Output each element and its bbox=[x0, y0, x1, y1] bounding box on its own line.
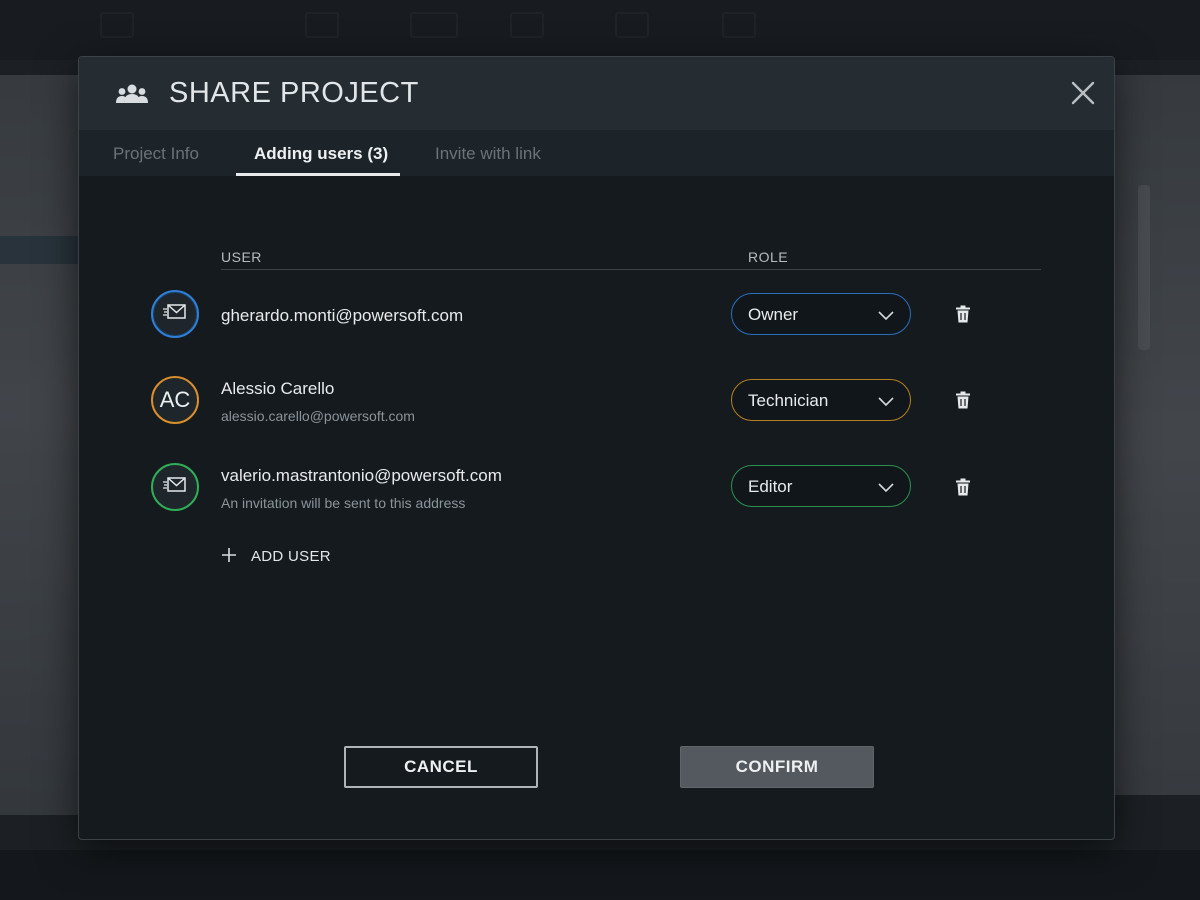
users-icon bbox=[115, 83, 149, 110]
active-tab-indicator bbox=[236, 173, 400, 176]
user-name: Alessio Carello bbox=[221, 379, 335, 398]
column-header-user: USER bbox=[221, 249, 262, 265]
avatar-initials: AC bbox=[159, 387, 191, 412]
tab-project-info[interactable]: Project Info bbox=[113, 144, 199, 164]
avatar bbox=[151, 463, 199, 511]
chevron-down-icon bbox=[878, 394, 894, 412]
tab-invite-with-link[interactable]: Invite with link bbox=[435, 144, 541, 164]
header-divider bbox=[221, 269, 1041, 270]
trash-icon[interactable] bbox=[955, 391, 971, 409]
dialog-title: SHARE PROJECT bbox=[169, 77, 419, 109]
tab-bar: Project Info Adding users (3) Invite wit… bbox=[79, 130, 1114, 176]
user-email: gherardo.monti@powersoft.com bbox=[221, 306, 464, 325]
tab-adding-users[interactable]: Adding users (3) bbox=[254, 144, 388, 164]
envelope-icon bbox=[163, 476, 187, 498]
role-value: Editor bbox=[748, 477, 793, 496]
invitation-note: An invitation will be sent to this addre… bbox=[221, 495, 466, 511]
role-value: Technician bbox=[748, 391, 829, 410]
role-value: Owner bbox=[748, 305, 799, 324]
trash-icon[interactable] bbox=[955, 478, 971, 496]
user-email: valerio.mastrantonio@powersoft.com bbox=[221, 466, 502, 485]
share-project-dialog: SHARE PROJECT Project Info Adding users … bbox=[78, 56, 1115, 840]
chevron-down-icon bbox=[878, 480, 894, 498]
role-select[interactable]: Editor bbox=[731, 465, 911, 507]
plus-icon bbox=[221, 547, 237, 568]
envelope-icon bbox=[163, 303, 187, 325]
avatar: AC bbox=[151, 376, 199, 424]
user-email: alessio.carello@powersoft.com bbox=[221, 408, 415, 424]
add-user-label: ADD USER bbox=[251, 548, 331, 565]
trash-icon[interactable] bbox=[955, 305, 971, 323]
confirm-button[interactable]: CONFIRM bbox=[680, 746, 874, 788]
column-header-role: ROLE bbox=[748, 249, 789, 265]
role-select[interactable]: Owner bbox=[731, 293, 911, 335]
cancel-button[interactable]: CANCEL bbox=[344, 746, 538, 788]
role-select[interactable]: Technician bbox=[731, 379, 911, 421]
close-icon[interactable] bbox=[1071, 81, 1095, 105]
dialog-header: SHARE PROJECT bbox=[79, 57, 1114, 130]
avatar bbox=[151, 290, 199, 338]
chevron-down-icon bbox=[878, 308, 894, 326]
